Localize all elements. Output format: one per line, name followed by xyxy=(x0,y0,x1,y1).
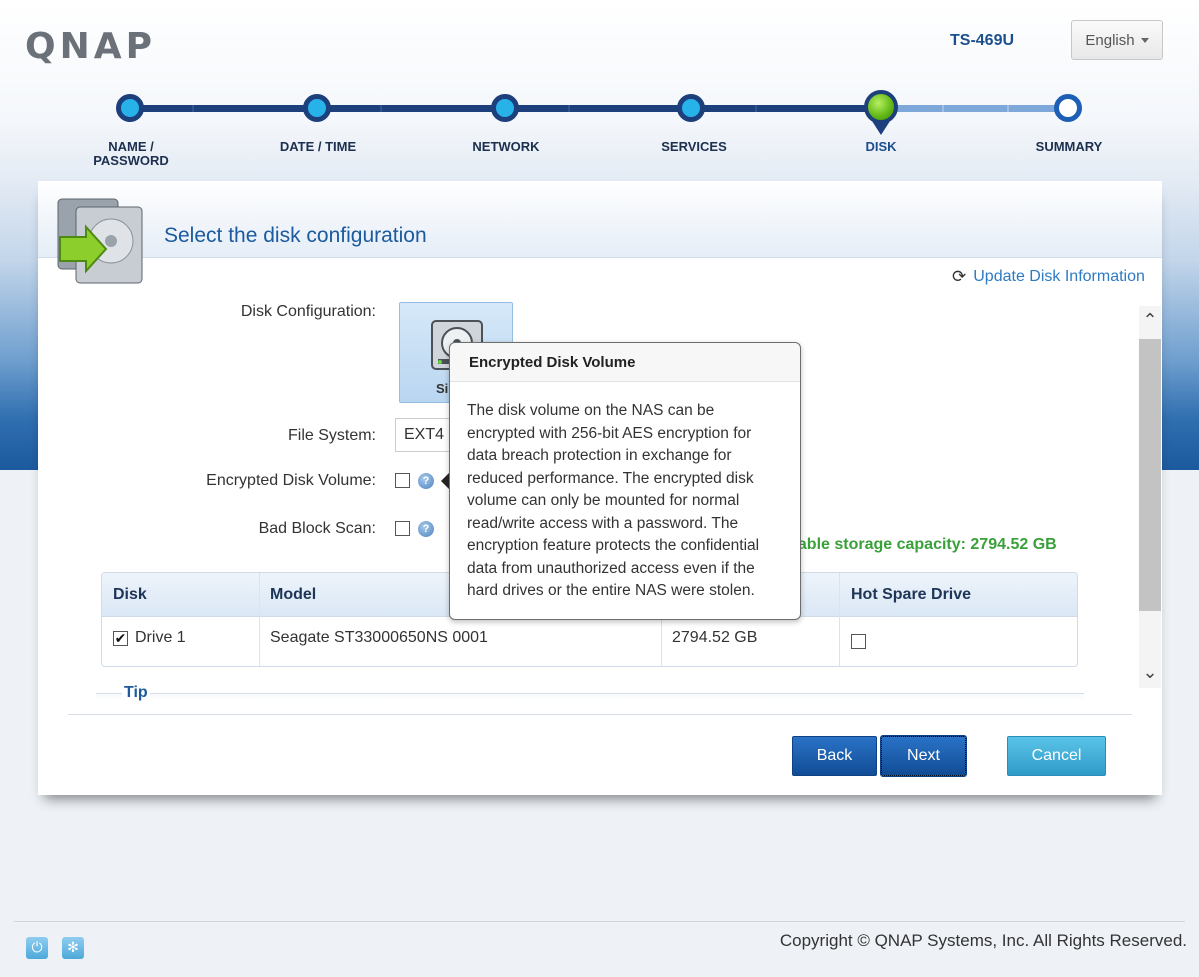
step-dot-summary xyxy=(1054,94,1082,122)
bad-block-scan-checkbox[interactable] xyxy=(395,521,410,536)
drive-1-capacity: 2794.52 GB xyxy=(672,629,758,646)
caret-down-icon xyxy=(1140,37,1149,43)
panel-title: Select the disk configuration xyxy=(164,224,427,247)
step-dot-date-time[interactable] xyxy=(303,94,331,122)
bad-block-scan-label: Bad Block Scan: xyxy=(258,520,376,537)
encrypted-disk-checkbox[interactable] xyxy=(395,473,410,488)
encrypted-help-icon[interactable]: ? xyxy=(418,473,434,489)
next-button[interactable]: Next xyxy=(880,735,967,777)
copyright-text: Copyright © QNAP Systems, Inc. All Right… xyxy=(779,931,1187,950)
model-name: TS-469U xyxy=(950,32,1015,49)
language-select[interactable]: English xyxy=(1071,20,1163,60)
bad-block-help-icon[interactable]: ? xyxy=(418,521,434,537)
cancel-button[interactable]: Cancel xyxy=(1007,736,1106,776)
scroll-up-icon[interactable]: ⌃ xyxy=(1139,306,1161,336)
scroll-down-icon[interactable]: ⌄ xyxy=(1139,658,1161,688)
drive-1-model: Seagate ST33000650NS 0001 xyxy=(270,629,488,646)
tooltip-title: Encrypted Disk Volume xyxy=(450,343,800,382)
step-label-date-time: DATE / TIME xyxy=(279,139,357,154)
progress-track-todo xyxy=(882,105,1068,112)
encrypted-disk-label: Encrypted Disk Volume: xyxy=(206,472,376,489)
refresh-icon: ⟳ xyxy=(952,267,967,287)
tooltip-body: The disk volume on the NAS can be encryp… xyxy=(467,402,760,599)
drive-1-checkbox[interactable]: ✔ xyxy=(113,631,128,646)
step-dot-disk xyxy=(864,90,898,124)
footer-divider xyxy=(14,921,1185,922)
step-label-text: NAME / PASSWORD xyxy=(93,139,169,168)
tooltip-arrow-icon xyxy=(441,473,449,489)
step-label-name-password: NAME / PASSWORD xyxy=(61,140,201,168)
column-header-disk: Disk xyxy=(113,586,147,603)
disk-config-tile-label: Si xyxy=(436,381,449,396)
tip-divider xyxy=(96,693,1084,701)
encrypted-disk-tooltip: Encrypted Disk Volume The disk volume on… xyxy=(449,342,801,620)
file-system-select[interactable]: EXT4 xyxy=(395,418,455,452)
disk-config-label: Disk Configuration: xyxy=(240,303,376,320)
settings-icon[interactable]: ✻ xyxy=(62,937,84,959)
available-capacity-text: ilable storage capacity: 2794.52 GB xyxy=(789,536,1057,553)
step-label-summary: SUMMARY xyxy=(1035,139,1103,154)
disk-config-icon xyxy=(56,197,146,287)
step-label-services: SERVICES xyxy=(661,139,727,154)
panel-scrollbar[interactable]: ⌃ ⌄ xyxy=(1139,306,1161,688)
panel-divider xyxy=(68,714,1132,715)
file-system-label: File System: xyxy=(287,427,376,444)
step-label-network: NETWORK xyxy=(472,139,540,154)
language-value: English xyxy=(1085,31,1135,49)
update-disk-info-link[interactable]: ⟳ Update Disk Information xyxy=(952,267,1145,287)
step-dot-name-password[interactable] xyxy=(116,94,144,122)
column-header-model: Model xyxy=(270,586,317,603)
drive-1-name: Drive 1 xyxy=(135,629,186,646)
step-label-disk: DISK xyxy=(865,139,897,154)
drive-1-hot-spare-checkbox[interactable] xyxy=(851,634,866,649)
step-dot-network[interactable] xyxy=(491,94,519,122)
column-header-hot-spare: Hot Spare Drive xyxy=(851,586,972,603)
update-link-text: Update Disk Information xyxy=(973,268,1145,285)
qnap-logo: QNAP xyxy=(25,26,156,67)
back-button[interactable]: Back xyxy=(792,736,877,776)
scroll-thumb[interactable] xyxy=(1139,339,1161,611)
step-dot-services[interactable] xyxy=(677,94,705,122)
tip-label: Tip xyxy=(122,684,150,702)
power-icon[interactable]: ⏻ xyxy=(26,937,48,959)
